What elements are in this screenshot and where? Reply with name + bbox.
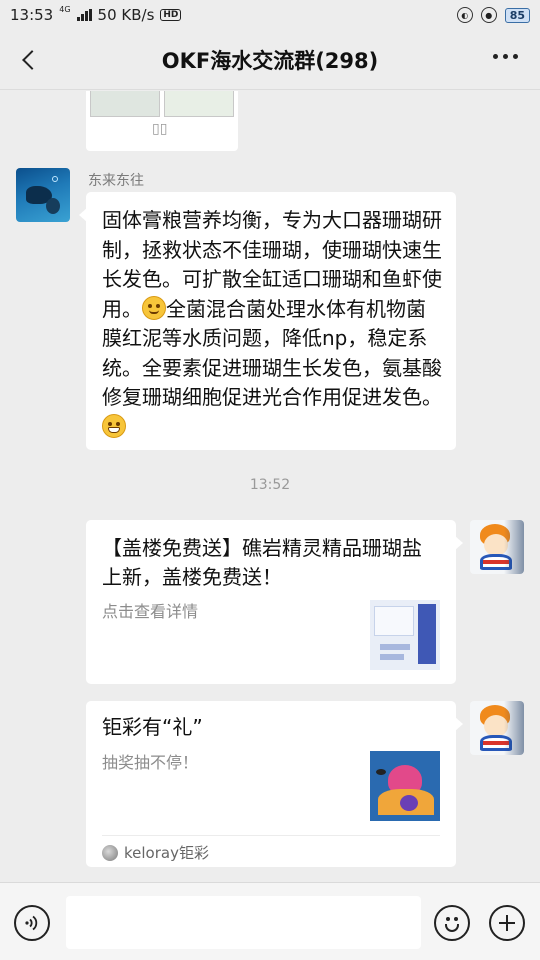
source-name: keloray钜彩 [124,844,209,862]
card-title: 钜彩有“礼” [102,715,203,739]
more-options-button[interactable] [493,54,518,59]
eye-comfort-icon: ◐ [456,7,473,23]
thinking-emoji-icon [142,295,166,320]
sender-name: 东来东往 [88,173,144,189]
signal-icon [76,9,92,21]
voice-icon [25,915,38,931]
title-bar: OKF海水交流群(298) [0,30,540,90]
emoji-button[interactable] [434,905,470,941]
hd-badge: HD [160,9,182,21]
lock-rotation-icon: ● [480,7,497,23]
chat-title: OKF海水交流群(298) [161,48,379,73]
preview-image [90,91,160,117]
card-description: 抽奖抽不停！ [102,753,199,772]
preview-mark: ▯▯ [152,121,168,137]
chat-area[interactable]: ▯▯ 东来东往 固体膏粮营养均衡，专为大口器珊瑚研制，拯救状态不佳珊瑚，使珊瑚快… [0,91,540,881]
mini-program-card[interactable]: 钜彩有“礼” 抽奖抽不停！ keloray钜彩 [86,701,463,867]
message-timestamp: 13:52 [249,477,291,493]
network-type: 4G [59,4,71,14]
avatar[interactable] [16,168,70,222]
grin-emoji-icon [102,413,126,438]
link-card[interactable]: 【盖楼免费送】礁岩精灵精品珊瑚盐上新，盖楼免费送！ 点击查看详情 [86,520,463,684]
back-button[interactable] [14,45,44,75]
avatar[interactable] [470,520,524,574]
card-title: 【盖楼免费送】礁岩精灵精品珊瑚盐上新，盖楼免费送！ [102,536,422,589]
preview-image [164,91,234,117]
voice-input-button[interactable] [14,905,50,941]
network-speed: 50 KB/s [97,6,155,24]
card-thumbnail [370,751,440,821]
avatar[interactable] [470,701,524,755]
card-description: 点击查看详情 [102,602,199,621]
status-bar: 13:53 4G 50 KB/s HD ◐ ● 85 [0,0,540,30]
card-thumbnail [370,600,440,670]
status-time: 13:53 [10,6,54,24]
message-bubble[interactable]: 固体膏粮营养均衡，专为大口器珊瑚研制，拯救状态不佳珊瑚，使珊瑚快速生长发色。可扩… [79,192,456,450]
input-bar [0,882,540,960]
message-input[interactable] [66,896,421,949]
more-functions-button[interactable] [489,905,525,941]
card-source: keloray钜彩 [102,835,440,863]
battery-indicator: 85 [504,7,530,23]
previous-message-card[interactable]: ▯▯ [86,91,238,151]
back-arrow-icon [22,50,42,70]
source-logo-icon [102,844,118,861]
